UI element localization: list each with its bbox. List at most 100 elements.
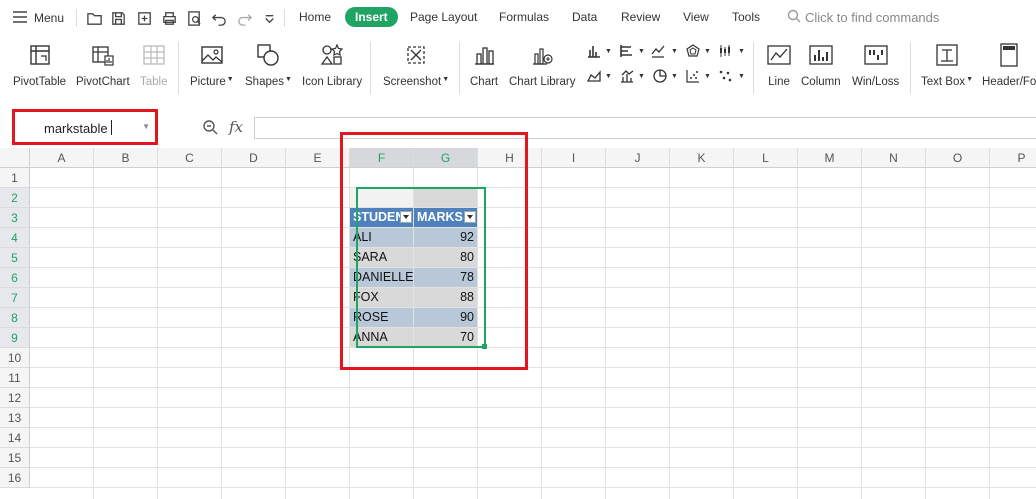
table-header-student[interactable]: STUDENT xyxy=(350,208,413,227)
table-cell-marks[interactable]: 90 xyxy=(414,308,477,327)
pivotchart-button[interactable]: PivotChart xyxy=(76,42,130,88)
shapes-button[interactable]: Shapes▼ xyxy=(245,42,292,88)
column-header-e[interactable]: E xyxy=(286,148,350,168)
table-cell-student[interactable]: ANNA xyxy=(350,328,413,347)
column-header-c[interactable]: C xyxy=(158,148,222,168)
name-box[interactable]: markstable ▼ xyxy=(14,113,156,141)
area-chart-icon[interactable] xyxy=(586,69,601,83)
screenshot-button[interactable]: Screenshot▼ xyxy=(383,42,449,88)
table-cell-marks[interactable]: 80 xyxy=(414,248,477,267)
table-cell-marks[interactable]: 92 xyxy=(414,228,477,247)
open-folder-icon[interactable] xyxy=(85,9,103,27)
more-charts-icon[interactable] xyxy=(718,69,732,83)
redo-icon[interactable] xyxy=(235,9,253,27)
tab-insert[interactable]: Insert xyxy=(345,7,398,27)
textbox-button[interactable]: Text Box▼ xyxy=(921,42,973,88)
table-cell-student[interactable]: ALI xyxy=(350,228,413,247)
column-header-b[interactable]: B xyxy=(94,148,158,168)
row-header-13[interactable]: 13 xyxy=(0,408,30,428)
tab-page-layout[interactable]: Page Layout xyxy=(410,10,477,24)
stock-chart-icon[interactable] xyxy=(718,44,732,58)
row-header-6[interactable]: 6 xyxy=(0,268,30,288)
column-header-o[interactable]: O xyxy=(926,148,990,168)
column-chart-icon[interactable] xyxy=(587,44,601,58)
table-header-marks[interactable]: MARKS xyxy=(414,208,477,227)
column-header-k[interactable]: K xyxy=(670,148,734,168)
zoom-icon[interactable] xyxy=(202,119,218,138)
table-cell-student[interactable]: FOX xyxy=(350,288,413,307)
spreadsheet-grid[interactable]: ABCDEFGHIJKLMNOP 1 2 3 4 5 6 7 8 9 10 11 12 13 14 15 16… xyxy=(0,132,1036,499)
formula-input[interactable] xyxy=(254,117,1036,139)
tab-view[interactable]: View xyxy=(683,10,709,24)
tab-data[interactable]: Data xyxy=(572,10,597,24)
bar-chart-icon[interactable] xyxy=(620,44,634,58)
header-footer-button[interactable]: Header/Fo xyxy=(982,42,1036,88)
cell-f2[interactable] xyxy=(350,188,413,207)
row-header-14[interactable]: 14 xyxy=(0,428,30,448)
line-chart-icon[interactable] xyxy=(651,44,665,58)
filter-dropdown-icon[interactable] xyxy=(464,211,476,223)
row-header-12[interactable]: 12 xyxy=(0,388,30,408)
table-cell-marks[interactable]: 78 xyxy=(414,268,477,287)
table-cell-student[interactable]: ROSE xyxy=(350,308,413,327)
column-header-p[interactable]: P xyxy=(990,148,1036,168)
row-header-11[interactable]: 11 xyxy=(0,368,30,388)
row-header-1[interactable]: 1 xyxy=(0,168,30,188)
pivottable-button[interactable]: PivotTable xyxy=(13,42,66,88)
row-header-9[interactable]: 9 xyxy=(0,328,30,348)
tab-review[interactable]: Review xyxy=(621,10,660,24)
radar-chart-icon[interactable] xyxy=(686,44,700,58)
row-header-8[interactable]: 8 xyxy=(0,308,30,328)
cell-g2[interactable] xyxy=(414,188,477,207)
row-header-16[interactable]: 16 xyxy=(0,468,30,488)
column-header-f[interactable]: F xyxy=(350,148,414,168)
undo-icon[interactable] xyxy=(210,9,228,27)
combo-chart-icon[interactable] xyxy=(620,69,634,83)
table-cell-marks[interactable]: 70 xyxy=(414,328,477,347)
chevron-down-icon[interactable]: ▼ xyxy=(142,122,150,131)
column-header-h[interactable]: H xyxy=(478,148,542,168)
table-cell-marks[interactable]: 88 xyxy=(414,288,477,307)
save-icon[interactable] xyxy=(109,9,127,27)
table-cell-student[interactable]: SARA xyxy=(350,248,413,267)
column-header-g[interactable]: G xyxy=(414,148,478,168)
row-header-4[interactable]: 4 xyxy=(0,228,30,248)
tab-home[interactable]: Home xyxy=(299,10,331,24)
export-icon[interactable] xyxy=(135,9,153,27)
scatter-chart-icon[interactable] xyxy=(686,69,700,83)
column-header-m[interactable]: M xyxy=(798,148,862,168)
table-button[interactable]: Table xyxy=(140,42,168,88)
menu-button[interactable]: Menu xyxy=(12,9,64,27)
print-icon[interactable] xyxy=(160,9,178,27)
pie-chart-icon[interactable] xyxy=(653,69,667,83)
row-header-2[interactable]: 2 xyxy=(0,188,30,208)
chart-button[interactable]: Chart xyxy=(470,42,498,88)
filter-dropdown-icon[interactable] xyxy=(400,211,412,223)
column-header-i[interactable]: I xyxy=(542,148,606,168)
command-search[interactable]: Click to find commands xyxy=(787,9,939,26)
select-all-corner[interactable] xyxy=(0,148,30,168)
column-header-d[interactable]: D xyxy=(222,148,286,168)
tab-tools[interactable]: Tools xyxy=(732,10,760,24)
sparkline-winloss-button[interactable]: Win/Loss xyxy=(852,42,899,88)
fill-handle[interactable] xyxy=(482,344,487,349)
chart-library-button[interactable]: Chart Library xyxy=(509,42,575,88)
sparkline-column-button[interactable]: Column xyxy=(801,42,841,88)
row-header-7[interactable]: 7 xyxy=(0,288,30,308)
column-header-a[interactable]: A xyxy=(30,148,94,168)
row-header-3[interactable]: 3 xyxy=(0,208,30,228)
column-header-n[interactable]: N xyxy=(862,148,926,168)
fx-button[interactable]: fx xyxy=(229,118,243,136)
row-header-15[interactable]: 15 xyxy=(0,448,30,468)
icon-library-button[interactable]: Icon Library xyxy=(302,42,362,88)
row-header-5[interactable]: 5 xyxy=(0,248,30,268)
picture-button[interactable]: Picture▼ xyxy=(190,42,234,88)
sparkline-line-button[interactable]: Line xyxy=(766,42,792,88)
column-header-l[interactable]: L xyxy=(734,148,798,168)
column-header-j[interactable]: J xyxy=(606,148,670,168)
customize-dropdown-icon[interactable] xyxy=(260,9,278,27)
table-cell-student[interactable]: DANIELLE xyxy=(350,268,413,287)
row-header-10[interactable]: 10 xyxy=(0,348,30,368)
tab-formulas[interactable]: Formulas xyxy=(499,10,549,24)
print-preview-icon[interactable] xyxy=(185,9,203,27)
